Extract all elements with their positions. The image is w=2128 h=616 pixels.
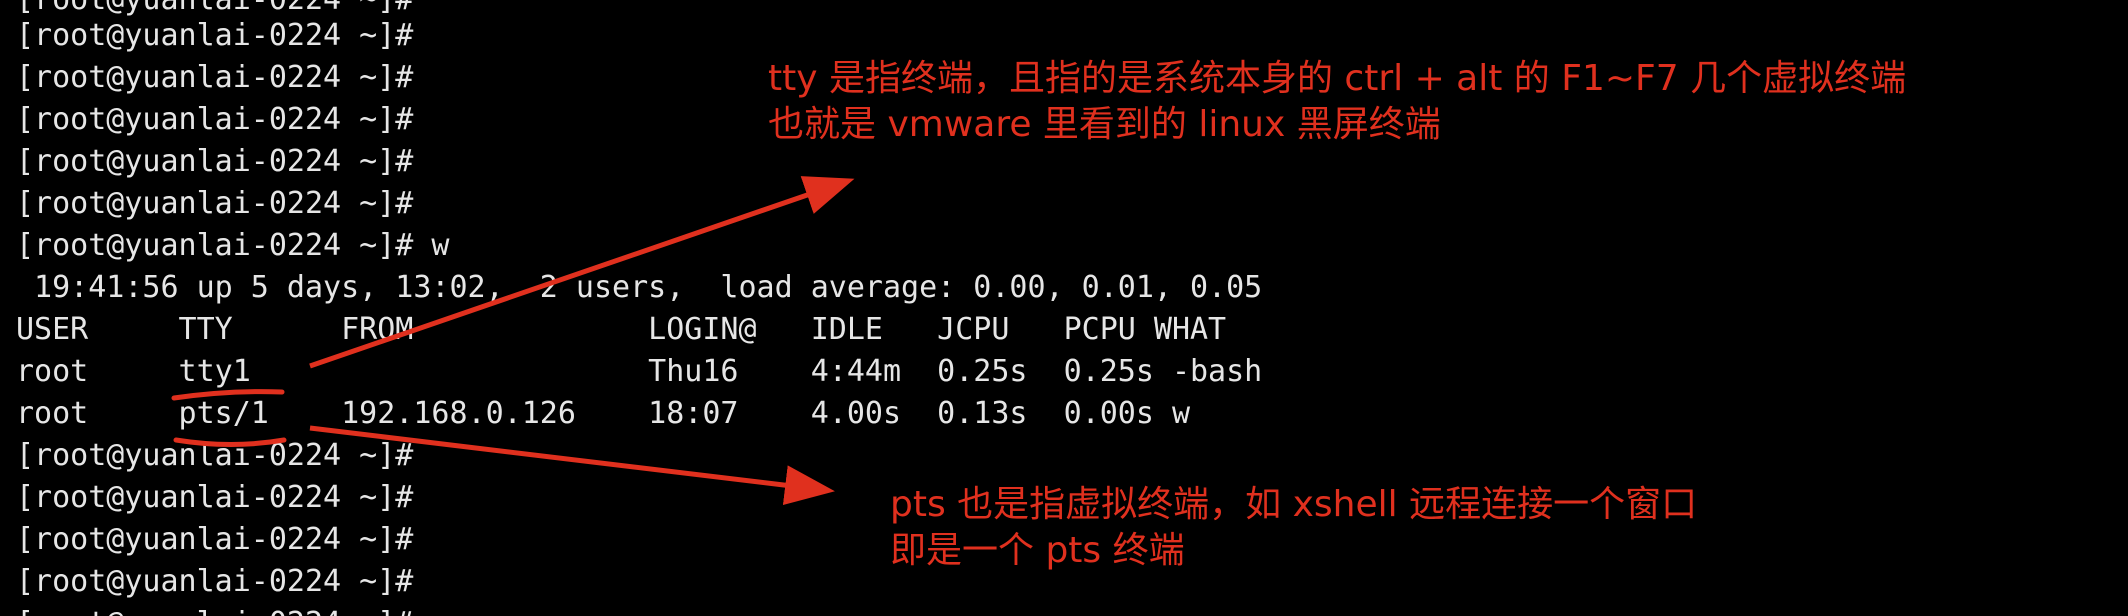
pts-arrow: [309, 425, 835, 506]
pts-annotation-line2: 即是一个 pts 终端: [890, 530, 1185, 571]
pts-annotation-line1: pts 也是指虚拟终端，如 xshell 远程连接一个窗口: [890, 484, 1698, 525]
tty-arrow: [309, 176, 855, 369]
pts-underline: [173, 437, 287, 447]
terminal-screenshot: [root@yuanlai-0224 ~]# [root@yuanlai-022…: [0, 0, 2128, 616]
tty-underline: [171, 389, 285, 401]
tty-annotation-line2: 也就是 vmware 里看到的 linux 黑屏终端: [768, 104, 1441, 145]
tty-annotation-line1: tty 是指终端，且指的是系统本身的 ctrl + alt 的 F1~F7 几个…: [768, 58, 1907, 99]
